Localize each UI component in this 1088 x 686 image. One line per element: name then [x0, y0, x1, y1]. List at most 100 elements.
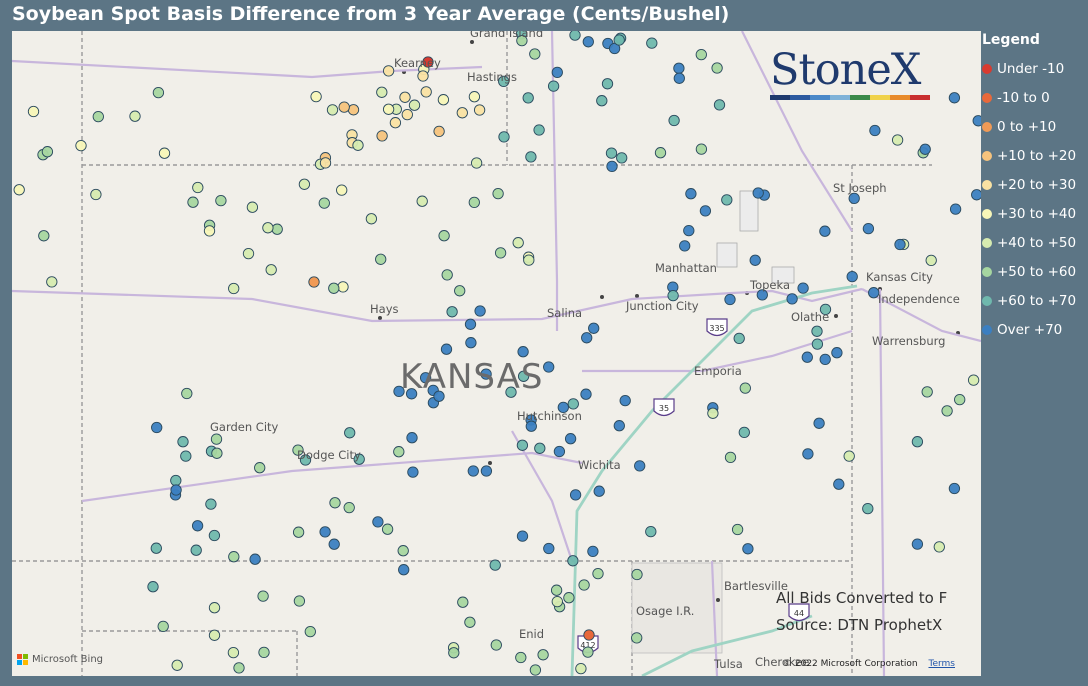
basis-point: [713, 99, 726, 111]
basis-point: [489, 559, 501, 571]
basis-point: [894, 238, 906, 251]
basis-point: [547, 80, 560, 92]
basis-point: [440, 343, 453, 355]
basis-point: [90, 188, 102, 201]
legend-item[interactable]: 0 to +10: [982, 112, 1088, 141]
basis-point: [592, 567, 604, 580]
basis-point: [470, 157, 483, 169]
basis-point: [673, 72, 685, 84]
basis-point: [375, 253, 387, 265]
legend-dot-icon: [982, 208, 992, 219]
basis-point: [551, 66, 563, 79]
basis-point: [575, 662, 587, 675]
basis-point: [846, 270, 858, 283]
city-label: St Joseph: [833, 181, 887, 195]
terms-link[interactable]: Terms: [928, 659, 955, 669]
lake: [716, 242, 738, 268]
basis-point: [711, 62, 723, 74]
basis-map[interactable]: 335 35 44 412 KANSAS Grand Island Kearney H…: [12, 31, 981, 676]
basis-point: [581, 332, 593, 344]
basis-point: [38, 230, 50, 242]
legend-item[interactable]: -10 to 0: [982, 83, 1088, 112]
basis-point: [933, 541, 945, 553]
legend-dot-icon: [982, 237, 992, 248]
basis-point: [397, 545, 409, 557]
map-title: Soybean Spot Basis Difference from 3 Yea…: [12, 3, 730, 25]
logo-text: StoneX: [770, 45, 921, 95]
basis-point: [46, 276, 58, 288]
basis-point: [406, 432, 418, 444]
city-label: Olathe: [791, 310, 830, 324]
basis-point: [645, 525, 657, 538]
legend-item[interactable]: +60 to +70: [982, 286, 1088, 315]
basis-point: [601, 78, 614, 90]
shield-number: 35: [659, 404, 669, 413]
legend-label: 0 to +10: [997, 118, 1057, 135]
basis-point: [596, 95, 608, 107]
basis-point: [329, 497, 341, 509]
legend-item[interactable]: Under -10: [982, 54, 1088, 83]
basis-point: [529, 48, 541, 60]
legend-item[interactable]: +30 to +40: [982, 199, 1088, 228]
city-label: Manhattan: [655, 261, 717, 275]
basis-point: [157, 620, 169, 633]
basis-point: [389, 117, 402, 129]
city-marker: [378, 316, 382, 320]
basis-point: [619, 394, 631, 407]
basis-point: [441, 269, 453, 281]
city-label: Grand Island: [470, 31, 544, 40]
basis-point: [208, 629, 221, 641]
basis-point: [399, 91, 411, 103]
basis-point: [372, 516, 384, 528]
basis-point: [668, 114, 680, 127]
basis-point: [41, 146, 54, 158]
basis-point: [344, 427, 356, 439]
basis-point: [211, 447, 223, 459]
legend-item[interactable]: +20 to +30: [982, 170, 1088, 199]
basis-point: [533, 124, 545, 136]
basis-point: [797, 282, 809, 294]
copyright-text: © 2022 Microsoft Corporation: [783, 659, 918, 669]
basis-point: [401, 108, 413, 121]
basis-point: [679, 240, 691, 252]
basis-point: [941, 405, 953, 417]
legend-label: -10 to 0: [997, 89, 1050, 106]
basis-point: [147, 581, 159, 593]
state-boundaries: [12, 31, 960, 676]
basis-point: [254, 462, 266, 474]
basis-point: [578, 579, 590, 591]
legend-item[interactable]: +40 to +50: [982, 228, 1088, 257]
legend-item[interactable]: +50 to +60: [982, 257, 1088, 286]
basis-point: [862, 222, 875, 235]
basis-point: [407, 466, 419, 478]
city-label: Hutchinson: [517, 409, 582, 423]
basis-point: [464, 318, 477, 330]
basis-point: [215, 194, 227, 207]
basis-point: [13, 184, 25, 196]
legend-item[interactable]: Over +70: [982, 315, 1088, 344]
basis-point: [683, 224, 695, 237]
basis-point: [582, 36, 594, 48]
legend-label: +60 to +70: [997, 292, 1077, 309]
legend-item[interactable]: +10 to +20: [982, 141, 1088, 170]
basis-point: [271, 223, 283, 235]
basis-point: [919, 143, 931, 155]
basis-point: [564, 433, 577, 445]
basis-point: [582, 646, 594, 658]
basis-point: [310, 90, 322, 103]
basis-point: [563, 592, 575, 604]
basis-point: [190, 544, 202, 556]
state-label: KANSAS: [400, 357, 544, 397]
basis-point: [492, 187, 504, 200]
city-label: Kansas City: [866, 270, 933, 284]
basis-point: [588, 322, 600, 334]
basis-point: [187, 196, 199, 208]
basis-point: [613, 34, 625, 46]
basis-point: [446, 306, 458, 318]
basis-point: [246, 201, 259, 213]
map-canvas: 3353544412: [12, 31, 981, 676]
highway-shield-icon: 35: [653, 398, 675, 417]
basis-point: [92, 110, 104, 123]
basis-point: [843, 450, 855, 462]
basis-point: [365, 213, 378, 225]
